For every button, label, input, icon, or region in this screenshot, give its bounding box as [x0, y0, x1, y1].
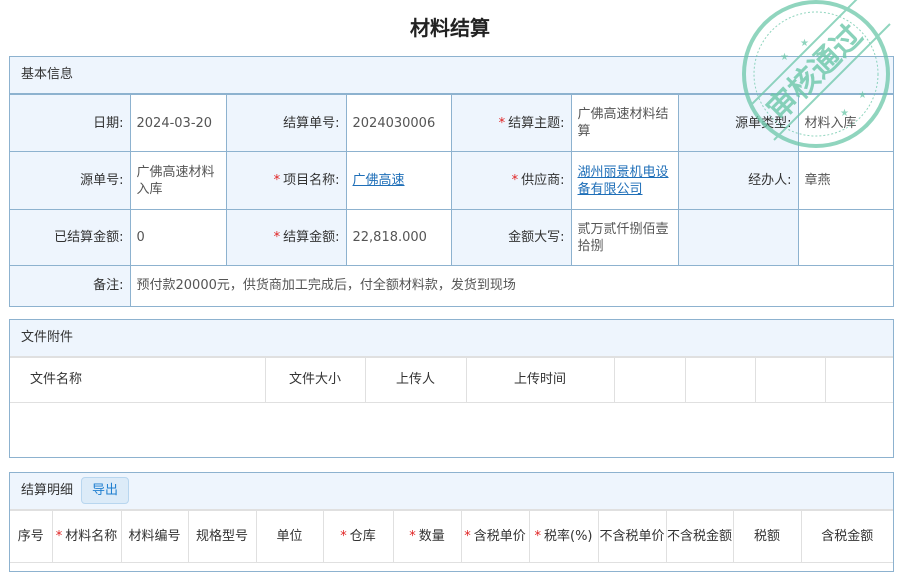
- detail-col-label: 规格型号: [195, 528, 248, 544]
- detail-col-label: 税率(%): [544, 528, 593, 544]
- attachments-header: 文件附件: [10, 320, 893, 357]
- detail-col-label: 税额: [753, 528, 780, 544]
- col-file-name: 文件名称: [10, 357, 266, 403]
- page-title: 材料结算: [410, 16, 490, 40]
- required-mark: *: [55, 528, 63, 544]
- remark-label: 备注:: [10, 265, 131, 306]
- detail-col-label: 序号: [17, 528, 44, 544]
- detail-col-label: 不含税金额: [666, 528, 732, 544]
- basic-info-panel: 基本信息 日期: 2024-03-20 结算单号: 2024030006 * 结算…: [9, 56, 894, 307]
- detail-col-0: 序号: [10, 510, 53, 563]
- amount-cn-value: 贰万贰仟捌佰壹拾捌: [570, 209, 679, 266]
- detail-col-11: 税额: [732, 510, 802, 563]
- source-no-value: 广佛高速材料入库: [129, 151, 227, 210]
- settled-amount-value: 0: [129, 209, 227, 266]
- detail-col-4: 单位: [255, 510, 324, 563]
- required-mark: *: [340, 528, 347, 544]
- detail-col-9: 不含税单价: [597, 510, 667, 563]
- settlement-no-label: 结算单号:: [225, 94, 347, 152]
- detail-col-label: 含税金额: [821, 528, 874, 544]
- required-mark: *: [534, 528, 542, 544]
- col-file-size: 文件大小: [264, 357, 366, 403]
- required-mark: *: [409, 528, 416, 544]
- detail-col-label: 不含税单价: [599, 528, 665, 544]
- empty-label: [677, 209, 799, 266]
- project-link[interactable]: 广佛高速: [353, 173, 405, 188]
- attachments-panel: 文件附件 文件名称 文件大小 上传人 上传时间: [9, 319, 894, 458]
- source-no-label: 源单号:: [10, 151, 131, 210]
- amount-label: * 结算金额:: [225, 209, 347, 266]
- detail-col-label: 材料编号: [128, 528, 181, 544]
- remark-value: 预付款20000元，供货商加工完成后，付全额材料款，发货到现场: [129, 265, 893, 306]
- detail-col-5: * 仓库: [322, 510, 394, 563]
- supplier-label: * 供应商:: [450, 151, 572, 210]
- settled-amount-label: 已结算金额:: [10, 209, 131, 266]
- detail-col-label: 含税单价: [473, 528, 526, 544]
- detail-col-label: 材料名称: [65, 528, 118, 544]
- export-button[interactable]: 导出: [81, 477, 130, 504]
- subject-value: 广佛高速材料结算: [570, 94, 679, 152]
- col-upload-time: 上传时间: [465, 357, 615, 403]
- detail-col-1: * 材料名称: [51, 510, 122, 563]
- amount-cn-label: 金额大写:: [450, 209, 572, 266]
- source-type-value: 材料入库: [797, 94, 893, 152]
- detail-col-7: * 含税单价: [460, 510, 530, 563]
- details-panel: 结算明细 导出 序号 * 材料名称 材料编号 规格型号 单位 * 仓库 * 数量 * 含税单价 * 税率(%…: [9, 472, 894, 572]
- detail-col-2: 材料编号: [120, 510, 189, 563]
- project-label: * 项目名称:: [225, 151, 347, 210]
- detail-col-label: 仓库: [349, 528, 376, 544]
- basic-info-header: 基本信息: [10, 57, 893, 94]
- detail-col-10: 不含税金额: [665, 510, 734, 563]
- source-type-label: 源单类型:: [677, 94, 799, 152]
- col-uploader: 上传人: [364, 357, 467, 403]
- details-header: 结算明细: [21, 483, 74, 498]
- detail-col-label: 单位: [276, 528, 303, 544]
- detail-col-label: 数量: [418, 528, 445, 544]
- date-label: 日期:: [10, 94, 131, 152]
- subject-label: * 结算主题:: [450, 94, 572, 152]
- empty-value: [797, 209, 893, 266]
- date-value: 2024-03-20: [129, 94, 227, 152]
- handler-value: 章燕: [797, 151, 893, 210]
- handler-label: 经办人:: [677, 151, 799, 210]
- detail-col-6: * 数量: [392, 510, 462, 563]
- detail-col-3: 规格型号: [187, 510, 257, 563]
- detail-col-8: * 税率(%): [528, 510, 599, 563]
- amount-value: 22,818.000: [345, 209, 452, 266]
- supplier-link[interactable]: 湖州丽景机电设备有限公司: [578, 165, 669, 197]
- required-mark: *: [464, 528, 471, 544]
- settlement-no-value: 2024030006: [345, 94, 452, 152]
- detail-col-12: 含税金额: [800, 510, 893, 563]
